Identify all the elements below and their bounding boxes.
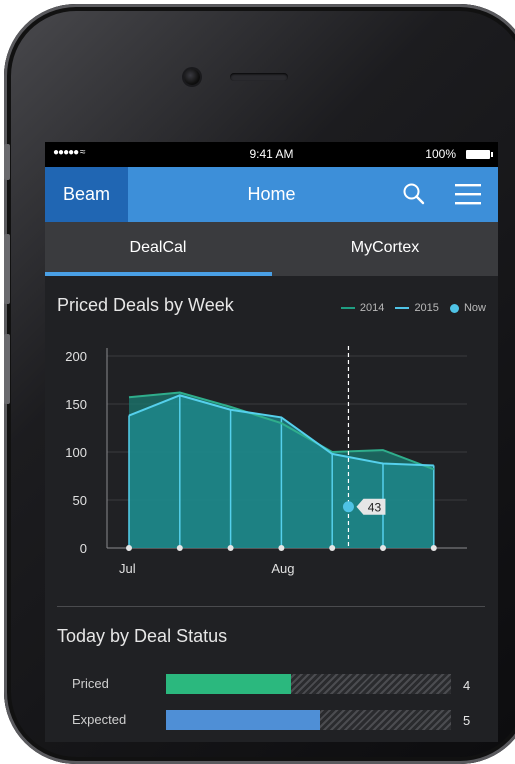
battery-icon <box>466 150 493 159</box>
legend-item-2014: 2014 <box>340 302 385 314</box>
priced-deals-chart: 0 50 100 150 200 Jul Aug 43 <box>65 346 467 576</box>
phone-frame: ●●●●● ≈ 9:41 AM 100% Home Beam DealCal M… <box>4 4 515 764</box>
deal-status-title: Today by Deal Status <box>57 626 228 646</box>
legend-swatch-now <box>449 303 459 313</box>
legend-swatch-2014 <box>340 307 355 310</box>
mute-switch <box>4 144 10 180</box>
x-axis-point <box>227 545 234 551</box>
section-divider <box>57 606 485 607</box>
brand-button[interactable]: Beam <box>45 167 128 222</box>
tab-bar: DealCal MyCortex <box>45 222 498 276</box>
legend-label-2014: 2014 <box>359 302 385 314</box>
app-header: Home Beam <box>45 167 498 222</box>
active-tab-indicator <box>45 272 272 276</box>
legend-label-2015: 2015 <box>414 302 439 314</box>
earpiece-speaker <box>230 73 288 81</box>
x-axis-point <box>176 545 183 551</box>
y-tick-label: 150 <box>65 397 87 412</box>
x-tick-label: Aug <box>271 561 294 576</box>
now-value-label: 43 <box>368 501 382 515</box>
status-count-expected: 5 <box>463 713 471 728</box>
battery-percent: 100% <box>425 147 456 161</box>
status-bar-expected-fill <box>166 710 320 730</box>
tab-dealcal[interactable]: DealCal <box>45 222 271 276</box>
legend-label-now: Now <box>463 302 486 314</box>
status-label-priced: Priced <box>72 676 109 691</box>
chart-legend: 2014 2015 Now <box>333 302 486 314</box>
volume-down-button <box>4 334 10 404</box>
now-point <box>342 501 354 513</box>
status-bar: ●●●●● ≈ 9:41 AM 100% <box>45 142 498 167</box>
x-tick-label: Jul <box>119 561 136 576</box>
y-tick-label: 200 <box>65 349 87 364</box>
tab-mycortex[interactable]: MyCortex <box>272 222 498 276</box>
y-tick-label: 0 <box>80 541 87 556</box>
hamburger-menu-icon[interactable] <box>455 182 481 206</box>
status-bar-priced <box>166 674 451 694</box>
x-axis-point <box>126 545 132 551</box>
y-tick-label: 50 <box>73 493 87 508</box>
priced-deals-title: Priced Deals by Week <box>57 295 234 315</box>
legend-item-now: Now <box>449 302 486 314</box>
x-axis-point <box>380 545 386 551</box>
x-axis-point <box>278 545 285 551</box>
app-screen: ●●●●● ≈ 9:41 AM 100% Home Beam DealCal M… <box>45 142 498 742</box>
search-icon[interactable] <box>402 182 426 206</box>
volume-up-button <box>4 234 10 304</box>
front-camera <box>184 69 200 85</box>
y-tick-label: 100 <box>65 445 87 460</box>
legend-item-2015: 2015 <box>395 302 439 314</box>
status-bar-priced-fill <box>166 674 292 694</box>
status-bar-expected <box>166 710 451 730</box>
legend-swatch-2015 <box>395 307 410 310</box>
x-axis-point <box>430 545 437 551</box>
status-count-priced: 4 <box>463 678 471 693</box>
x-axis-point <box>329 545 336 551</box>
